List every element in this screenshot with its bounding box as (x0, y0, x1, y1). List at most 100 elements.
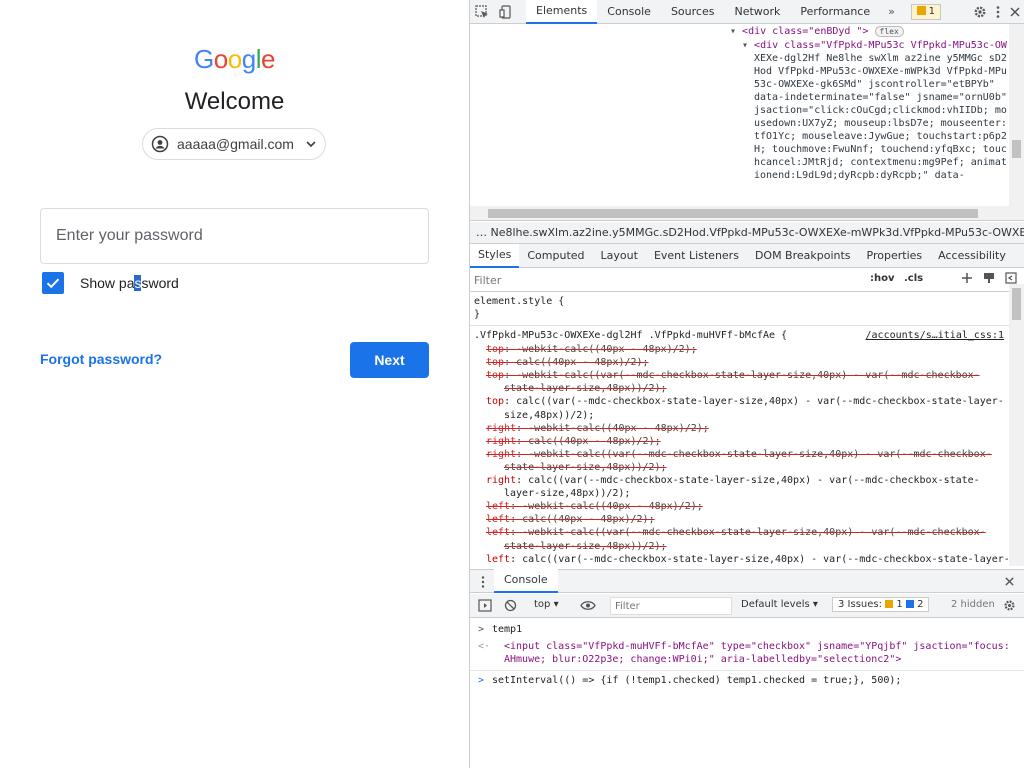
password-input[interactable] (41, 209, 428, 263)
scrollbar-thumb[interactable] (488, 209, 978, 218)
console-input[interactable]: setInterval(() => {if (!temp1.checked) t… (492, 674, 901, 687)
tab-performance[interactable]: Performance (790, 0, 880, 24)
tab-properties[interactable]: Properties (859, 244, 931, 268)
flex-badge[interactable]: flex (874, 26, 904, 37)
gear-icon[interactable] (1003, 599, 1016, 612)
dom-breadcrumb[interactable]: … Ne8lhe.swXlm.az2ine.y5MMGc.sD2Hod.VfPp… (470, 222, 1024, 244)
dom-text: Hod VfPpkd-MPu53c-OWXEXe-mWPk3d VfPpkd-M… (754, 66, 1007, 77)
style-declaration[interactable]: top: calc((40px - 48px)/2); (486, 356, 649, 369)
inspect-icon[interactable] (470, 0, 494, 24)
tab-console[interactable]: Console (597, 0, 661, 24)
css-property: left (486, 527, 511, 539)
console-divider (470, 670, 1024, 671)
dom-node-line[interactable]: ▾ <div class="VfPpkd-MPu53c VfPpkd-MPu53… (742, 40, 1007, 52)
style-declaration[interactable]: state-layer-size,48px))/2); (504, 461, 667, 474)
tab-elements[interactable]: Elements (526, 0, 598, 24)
close-icon[interactable] (1009, 6, 1021, 18)
css-value: calc((var(--mdc-checkbox-state-layer-siz… (528, 475, 980, 486)
issues-button[interactable]: 3 Issues: 1 2 (832, 597, 930, 612)
kebab-menu-icon[interactable] (993, 5, 1003, 19)
style-declaration[interactable]: size,48px))/2); (504, 409, 594, 422)
css-property: right (486, 435, 517, 447)
style-declaration[interactable]: top: -webkit-calc((40px - 48px)/2); (486, 343, 697, 356)
account-chip[interactable]: aaaaa@gmail.com (142, 128, 326, 160)
clear-console-icon[interactable] (504, 599, 517, 612)
issues-badge[interactable]: 1 (910, 4, 941, 20)
element-style-close: } (474, 309, 481, 320)
tab-sources[interactable]: Sources (661, 0, 725, 24)
css-value: -webkit-calc((40px - 48px)/2); (516, 344, 697, 355)
style-declaration[interactable]: left: calc((40px - 48px)/2); (486, 513, 655, 526)
rule-source-link[interactable]: /accounts/s…itial_css:1 (866, 329, 1004, 342)
dom-node-line[interactable]: ▾ <div class="enBDyd "> flex (730, 26, 904, 38)
style-declaration[interactable]: left: calc((var(--mdc-checkbox-state-lay… (486, 553, 1010, 566)
plus-icon[interactable] (961, 272, 973, 284)
devtools-tab-bar: Elements Console Sources Network Perform… (470, 0, 1024, 24)
forgot-password-link[interactable]: Forgot password? (40, 351, 162, 367)
scrollbar-thumb[interactable] (1012, 288, 1021, 320)
style-declaration[interactable]: left: -webkit-calc((40px - 48px)/2); (486, 500, 703, 513)
tab-event-listeners[interactable]: Event Listeners (646, 244, 747, 268)
signin-page: Google Welcome aaaaa@gmail.com Show pass… (0, 0, 469, 768)
paint-icon[interactable] (983, 272, 995, 284)
scrollbar-thumb[interactable] (1012, 140, 1021, 158)
log-levels-dropdown[interactable]: Default levels ▾ (741, 599, 818, 610)
style-declaration[interactable]: right: -webkit-calc((40px - 48px)/2); (486, 422, 709, 435)
sidebar-toggle-icon[interactable] (1005, 272, 1017, 284)
console-result[interactable]: <input class="VfPpkd-muHVFf-bMcfAe" type… (504, 640, 1010, 653)
drawer-tab-bar: Console (470, 569, 1024, 593)
log-levels-label: Default levels (741, 599, 810, 610)
close-icon[interactable] (1004, 576, 1015, 587)
style-declaration[interactable]: right: calc((40px - 48px)/2); (486, 435, 661, 448)
style-declaration[interactable]: state-layer-size,48px))/2); (504, 540, 667, 553)
style-declaration[interactable]: left: -webkit-calc((var(--mdc-checkbox-s… (486, 526, 986, 539)
more-tabs-button[interactable]: » (880, 5, 903, 18)
styles-scrollbar[interactable] (1009, 284, 1024, 566)
css-property: top (486, 396, 505, 408)
style-declaration[interactable]: top: calc((var(--mdc-checkbox-state-laye… (486, 395, 1004, 408)
css-property: top (486, 344, 505, 355)
prompt-chevron-icon: > (478, 675, 485, 686)
tab-computed[interactable]: Computed (519, 244, 592, 268)
tab-dom-breakpoints[interactable]: DOM Breakpoints (747, 244, 859, 268)
style-declaration[interactable]: right: -webkit-calc((var(--mdc-checkbox-… (486, 448, 992, 461)
kebab-menu-icon[interactable] (480, 575, 486, 589)
gear-icon[interactable] (973, 5, 987, 19)
style-declaration[interactable]: state-layer-size,48px))/2); (504, 382, 667, 395)
logo-letter: G (194, 44, 214, 74)
hov-toggle[interactable]: :hov (870, 273, 895, 284)
css-value: -webkit-calc((40px - 48px)/2); (522, 501, 703, 513)
styles-filter-input[interactable] (474, 271, 860, 289)
dom-text: XEXe-dgl2Hf Ne8lhe swXlm az2ine y5MMGc s… (754, 53, 1007, 64)
elements-hscrollbar[interactable] (470, 206, 1024, 221)
issues-warn-count: 1 (896, 599, 903, 610)
logo-letter: e (260, 44, 275, 74)
style-declaration[interactable]: layer-size,48px))/2); (504, 487, 630, 500)
tab-network[interactable]: Network (724, 0, 790, 24)
elements-scrollbar[interactable] (1009, 24, 1024, 206)
next-button[interactable]: Next (350, 342, 429, 378)
dom-text: hcancel:JMtRjd; contextmenu:mg9Pef; anim… (754, 157, 1007, 168)
tab-accessibility[interactable]: Accessibility (930, 244, 1014, 268)
console-output: > temp1 <· <input class="VfPpkd-muHVFf-b… (470, 618, 1024, 768)
style-declaration[interactable]: right: calc((var(--mdc-checkbox-state-la… (486, 474, 980, 487)
css-value: state-layer-size,48px))/2); (504, 383, 667, 395)
device-toggle-icon[interactable] (494, 0, 518, 24)
context-selector[interactable]: top ▾ (534, 599, 559, 610)
console-command: temp1 (492, 624, 523, 635)
console-filter-input[interactable] (610, 597, 732, 615)
cls-toggle[interactable]: .cls (904, 273, 923, 284)
eye-icon[interactable] (580, 600, 596, 611)
drawer-tab-console[interactable]: Console (494, 569, 558, 593)
css-value: size,48px))/2); (504, 409, 595, 421)
show-password-row[interactable]: Show password (40, 272, 179, 294)
devtools-panel: Elements Console Sources Network Perform… (469, 0, 1024, 768)
show-password-checkbox[interactable] (42, 272, 64, 294)
style-declaration[interactable]: top: -webkit-calc((var(--mdc-checkbox-st… (486, 369, 980, 382)
css-property: right (486, 448, 517, 460)
password-field[interactable] (40, 208, 429, 264)
sidebar-toggle-icon[interactable] (478, 599, 492, 612)
tab-layout[interactable]: Layout (593, 244, 646, 268)
tab-styles[interactable]: Styles (470, 243, 520, 268)
dom-text: <div class="enBDyd "> (742, 26, 869, 37)
